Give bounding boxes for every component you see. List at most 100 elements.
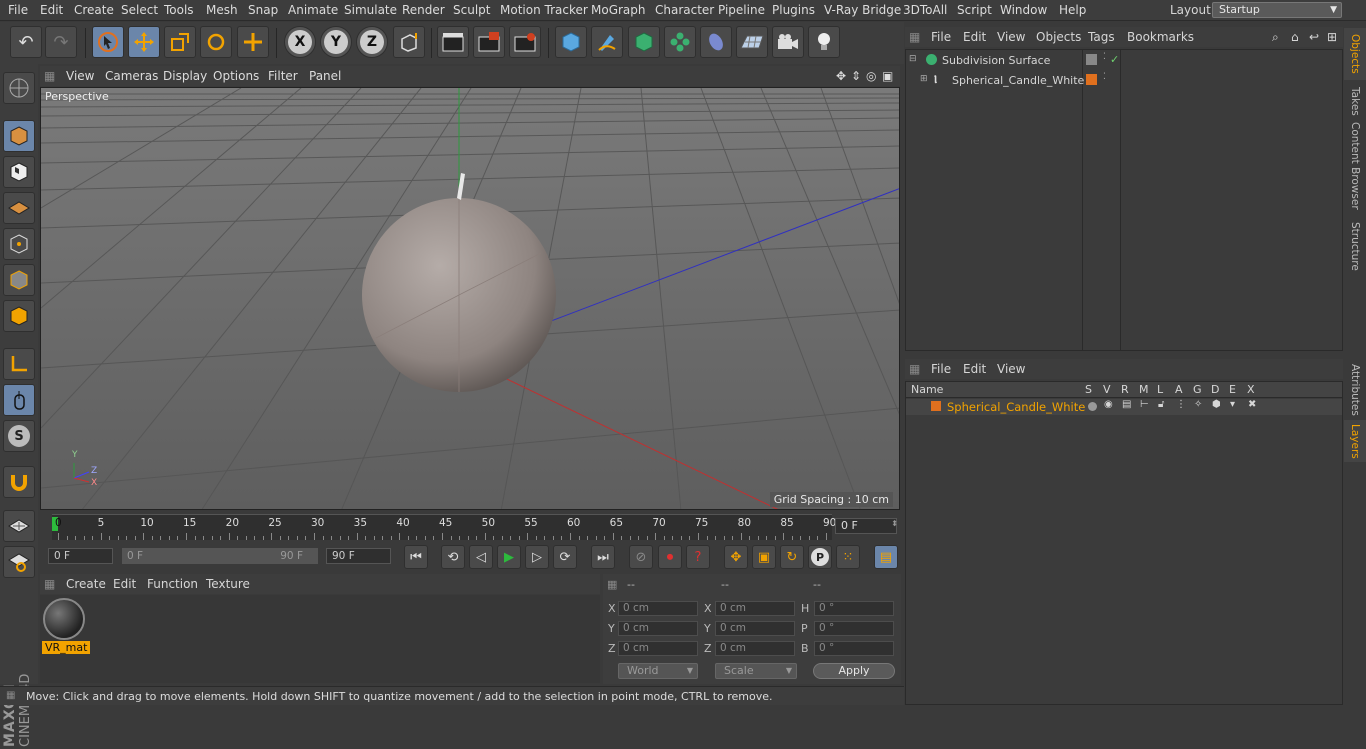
col-e[interactable]: E — [1229, 383, 1236, 396]
expand-icon[interactable]: ⊞ — [920, 74, 928, 84]
layout-select[interactable]: Startup ▼ — [1212, 2, 1342, 18]
keyframe-selection-icon[interactable]: ? — [686, 545, 710, 569]
col-x[interactable]: X — [1247, 383, 1255, 396]
mat-menu-create[interactable]: Create — [66, 577, 106, 591]
menu-simulate[interactable]: Simulate — [344, 3, 397, 17]
layer-manager[interactable]: Name S V R M L A G D E X Spherical_Candl… — [905, 381, 1343, 705]
camera-icon[interactable] — [772, 26, 804, 58]
next-key-icon[interactable]: ⟳ — [553, 545, 577, 569]
new-view-icon[interactable]: ⊞ — [1327, 30, 1337, 44]
move-icon[interactable] — [128, 26, 160, 58]
rotate-key-icon[interactable]: ↻ — [780, 545, 804, 569]
size-y-field[interactable]: 0 cm — [715, 621, 795, 636]
animation-icon[interactable]: ⋮ — [1176, 399, 1186, 410]
pen-icon[interactable] — [591, 26, 623, 58]
snap-icon[interactable] — [3, 466, 35, 498]
next-frame-icon[interactable]: ▷ — [525, 545, 549, 569]
drag-handle-icon[interactable]: ▦ — [44, 577, 55, 591]
redo-icon[interactable]: ↷ — [45, 26, 77, 58]
expression-icon[interactable]: ▾ — [1230, 399, 1235, 410]
obj-menu-tags[interactable]: Tags — [1088, 30, 1115, 44]
move-key-icon[interactable]: ✥ — [724, 545, 748, 569]
xref-icon[interactable]: ✖ — [1248, 399, 1256, 410]
rot-h-field[interactable]: 0 ° — [814, 601, 894, 616]
col-d[interactable]: D — [1211, 383, 1219, 396]
select-arrow-icon[interactable] — [92, 26, 124, 58]
col-name[interactable]: Name — [911, 383, 943, 396]
record-keys-icon[interactable]: ⊘ — [629, 545, 653, 569]
viewport[interactable]: Perspective Y Z X Grid Spacing : 10 cm — [40, 87, 900, 510]
col-a[interactable]: A — [1175, 383, 1183, 396]
obj-menu-file[interactable]: File — [931, 30, 951, 44]
menu-select[interactable]: Select — [121, 3, 158, 17]
drag-handle-icon[interactable]: ▦ — [6, 690, 15, 701]
layer-color-swatch[interactable] — [931, 401, 941, 411]
deformer-toggle-icon[interactable]: ⬢ — [1212, 399, 1221, 410]
tab-content-browser[interactable]: Content Browser — [1344, 122, 1366, 210]
floor-icon[interactable] — [736, 26, 768, 58]
object-name[interactable]: Spherical_Candle_White — [952, 74, 1084, 87]
visibility-dots-icon[interactable]: ⁚ — [1103, 52, 1106, 62]
render-view-icon[interactable] — [437, 26, 469, 58]
menu-mesh[interactable]: Mesh — [206, 3, 238, 17]
collapse-icon[interactable]: ⊟ — [909, 54, 917, 64]
tweak-icon[interactable] — [3, 384, 35, 416]
point-mode-icon[interactable] — [3, 228, 35, 260]
light-icon[interactable] — [808, 26, 840, 58]
drag-handle-icon[interactable]: ▦ — [909, 30, 920, 44]
pos-y-field[interactable]: 0 cm — [618, 621, 698, 636]
menu-sculpt[interactable]: Sculpt — [453, 3, 490, 17]
frame-range-slider[interactable]: 0 F 90 F — [122, 548, 318, 564]
tab-takes[interactable]: Takes — [1344, 84, 1366, 118]
material-preview[interactable] — [43, 598, 85, 640]
solo-icon[interactable]: S — [3, 420, 35, 452]
menu-edit[interactable]: Edit — [40, 3, 63, 17]
material-name[interactable]: VR_mat — [42, 641, 91, 654]
vp-menu-view[interactable]: View — [66, 69, 94, 83]
prev-frame-icon[interactable]: ◁ — [469, 545, 493, 569]
vp-menu-filter[interactable]: Filter — [268, 69, 298, 83]
menu-pipeline[interactable]: Pipeline — [718, 3, 765, 17]
drag-handle-icon[interactable]: ▦ — [607, 578, 617, 591]
y-axis-icon[interactable]: Y — [320, 26, 352, 58]
maximize-view-icon[interactable]: ▣ — [882, 69, 893, 83]
render-picture-viewer-icon[interactable] — [473, 26, 505, 58]
tab-objects[interactable]: Objects — [1344, 28, 1366, 80]
object-row[interactable]: ⊞ Ⲓ Spherical_Candle_White ⁚ — [906, 72, 1342, 92]
col-g[interactable]: G — [1193, 383, 1202, 396]
param-key-icon[interactable]: P — [808, 545, 832, 569]
scale-icon[interactable] — [164, 26, 196, 58]
material-area[interactable]: VR_mat — [40, 595, 600, 683]
rotate-icon[interactable] — [200, 26, 232, 58]
autokey-icon[interactable]: ⏺ — [658, 545, 682, 569]
menu-tools[interactable]: Tools — [164, 3, 194, 17]
dolly-icon[interactable]: ⇕ — [851, 69, 861, 83]
timeline-icon[interactable]: ▤ — [874, 545, 898, 569]
menu-motion-tracker[interactable]: Motion Tracker — [500, 3, 588, 17]
object-name[interactable]: Subdivision Surface — [942, 54, 1050, 67]
menu-file[interactable]: File — [8, 3, 28, 17]
render-settings-icon[interactable] — [509, 26, 541, 58]
home-icon[interactable]: ⌂ — [1291, 30, 1299, 44]
obj-menu-objects[interactable]: Objects — [1036, 30, 1081, 44]
layer-menu-file[interactable]: File — [931, 362, 951, 376]
workplane-snap-icon[interactable] — [3, 546, 35, 578]
timeline[interactable]: 0 5 10 15 20 25 30 35 40 45 50 55 60 65 70 75 80 85 90 0 F… — [40, 512, 900, 542]
size-x-field[interactable]: 0 cm — [715, 601, 795, 616]
solo-toggle-icon[interactable] — [1088, 402, 1097, 411]
z-axis-icon[interactable]: Z — [356, 26, 388, 58]
apply-button[interactable]: Apply — [813, 663, 895, 679]
texture-mode-icon[interactable] — [3, 156, 35, 188]
render-clapper-icon[interactable]: ▤ — [1122, 399, 1131, 410]
axis-mode-icon[interactable] — [3, 348, 35, 380]
eye-icon[interactable]: ◉ — [1104, 399, 1113, 410]
edge-mode-icon[interactable] — [3, 264, 35, 296]
drag-handle-icon[interactable]: ▦ — [909, 362, 920, 376]
lock-icon[interactable]: 🔓︎ — [1158, 399, 1164, 410]
col-l[interactable]: L — [1157, 383, 1163, 396]
array-icon[interactable] — [664, 26, 696, 58]
enabled-check-icon[interactable]: ✓ — [1110, 53, 1119, 66]
tab-structure[interactable]: Structure — [1344, 217, 1366, 275]
mat-menu-edit[interactable]: Edit — [113, 577, 136, 591]
rot-p-field[interactable]: 0 ° — [814, 621, 894, 636]
